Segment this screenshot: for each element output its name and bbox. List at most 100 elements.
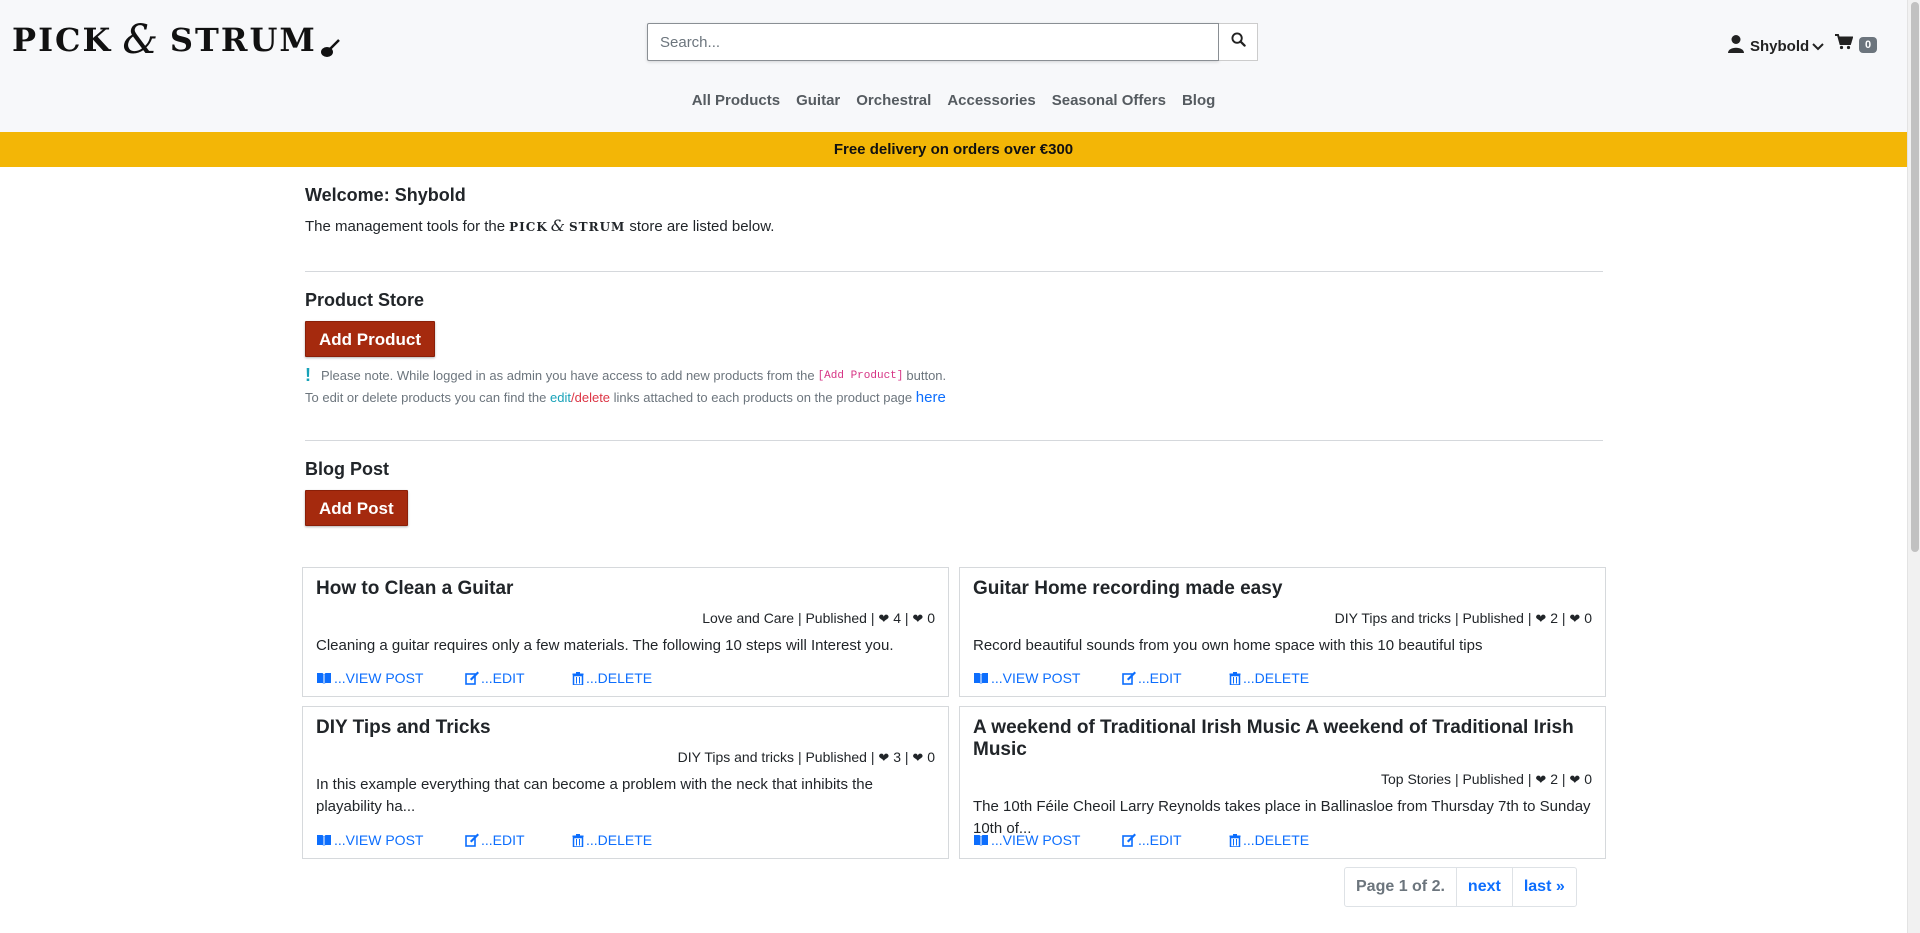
edit-post-link[interactable]: ...EDIT — [465, 670, 572, 686]
heart-icon: ❤ — [912, 611, 924, 626]
view-post-link[interactable]: ...VIEW POST — [973, 832, 1122, 848]
post-meta: Love and Care | Published | ❤ 4 | ❤ 0 — [702, 610, 935, 626]
trash-icon — [572, 833, 584, 847]
post-dislikes: 0 — [927, 749, 935, 765]
guitar-pick-icon — [319, 30, 340, 57]
user-name: Shybold — [1750, 37, 1810, 55]
page-indicator: Page 1 of 2. — [1345, 868, 1457, 906]
chevron-down-icon — [1812, 38, 1824, 55]
post-actions: ...VIEW POST ...EDIT ...DELETE — [316, 832, 652, 848]
post-dislikes: 0 — [927, 610, 935, 626]
book-open-icon — [974, 835, 988, 846]
post-category: DIY Tips and tricks — [1334, 610, 1452, 626]
delete-post-link[interactable]: ...DELETE — [1229, 832, 1309, 848]
post-title: DIY Tips and Tricks — [316, 717, 491, 738]
edit-post-link[interactable]: ...EDIT — [1122, 670, 1229, 686]
post-actions: ...VIEW POST ...EDIT ...DELETE — [316, 670, 652, 686]
post-status: Published — [1462, 771, 1524, 787]
delete-post-link[interactable]: ...DELETE — [1229, 670, 1309, 686]
nav-blog[interactable]: Blog — [1174, 92, 1223, 109]
welcome-heading: Welcome: Shybold — [305, 185, 466, 205]
post-likes: 2 — [1550, 610, 1558, 626]
nav-orchestral[interactable]: Orchestral — [848, 92, 939, 109]
trash-icon — [1229, 671, 1241, 685]
post-card: A weekend of Traditional Irish Music A w… — [959, 706, 1606, 859]
view-post-link[interactable]: ...VIEW POST — [316, 670, 465, 686]
banner-text: Free delivery on orders over €300 — [833, 141, 1074, 158]
cart-icon — [1835, 34, 1854, 55]
view-post-link[interactable]: ...VIEW POST — [316, 832, 465, 848]
nav-all-products[interactable]: All Products — [684, 92, 788, 109]
edit-post-link[interactable]: ...EDIT — [1122, 832, 1229, 848]
user-menu[interactable]: Shybold — [1727, 34, 1824, 58]
post-card: DIY Tips and Tricks DIY Tips and tricks … — [302, 706, 949, 859]
add-post-button[interactable]: Add Post — [305, 490, 408, 526]
view-post-link[interactable]: ...VIEW POST — [973, 670, 1122, 686]
post-excerpt: Cleaning a guitar requires only a few ma… — [316, 637, 894, 654]
nav-guitar[interactable]: Guitar — [788, 92, 848, 109]
site-logo[interactable]: PICK & STRUM — [12, 16, 340, 64]
heart-icon: ❤ — [912, 750, 924, 765]
add-product-button[interactable]: Add Product — [305, 321, 435, 357]
edit-post-link[interactable]: ...EDIT — [465, 832, 572, 848]
post-card: How to Clean a Guitar Love and Care | Pu… — [302, 567, 949, 697]
post-meta: DIY Tips and tricks | Published | ❤ 3 | … — [677, 749, 935, 765]
user-icon — [1727, 34, 1745, 58]
delete-post-link[interactable]: ...DELETE — [572, 670, 652, 686]
admin-note: ! Please note. While logged in as admin … — [305, 365, 947, 385]
intro-before: The management tools for the — [305, 218, 506, 235]
post-likes: 4 — [893, 610, 901, 626]
delete-post-link[interactable]: ...DELETE — [572, 832, 652, 848]
products-here-link[interactable]: here — [916, 389, 946, 406]
edit-word: edit — [550, 390, 571, 405]
heart-icon: ❤ — [1569, 772, 1581, 787]
edit-icon — [465, 671, 479, 685]
heart-icon: ❤ — [878, 611, 890, 626]
edit-note: To edit or delete products you can find … — [305, 389, 946, 406]
edit-icon — [1122, 671, 1136, 685]
post-meta: DIY Tips and tricks | Published | ❤ 2 | … — [1334, 610, 1592, 626]
last-page-link[interactable]: last » — [1513, 868, 1576, 906]
heart-icon: ❤ — [878, 750, 890, 765]
post-title: How to Clean a Guitar — [316, 578, 514, 599]
book-open-icon — [317, 835, 331, 846]
main-nav: All Products Guitar Orchestral Accessori… — [0, 92, 1907, 109]
post-excerpt: In this example everything that can beco… — [316, 776, 873, 815]
product-store-heading: Product Store — [305, 290, 425, 310]
inline-logo: PICK & STRUM — [509, 216, 626, 235]
pagination: Page 1 of 2. next last » — [1344, 867, 1577, 907]
nav-seasonal-offers[interactable]: Seasonal Offers — [1044, 92, 1174, 109]
logo-word-pick: PICK — [12, 21, 113, 59]
edit-icon — [1122, 833, 1136, 847]
post-actions: ...VIEW POST ...EDIT ...DELETE — [973, 832, 1309, 848]
search-input[interactable] — [647, 23, 1219, 61]
cart-button[interactable]: 0 — [1835, 34, 1878, 55]
post-likes: 3 — [893, 749, 901, 765]
post-category: Top Stories — [1381, 771, 1452, 787]
post-status: Published — [805, 749, 867, 765]
trash-icon — [1229, 833, 1241, 847]
post-category: Love and Care — [702, 610, 795, 626]
page-scrollbar[interactable] — [1907, 0, 1920, 933]
post-meta: Top Stories | Published | ❤ 2 | ❤ 0 — [1381, 771, 1592, 787]
search-bar — [647, 23, 1258, 61]
book-open-icon — [317, 673, 331, 684]
post-category: DIY Tips and tricks — [677, 749, 795, 765]
management-panel: Welcome: Shybold The management tools fo… — [305, 167, 1603, 526]
next-page-link[interactable]: next — [1457, 868, 1513, 906]
book-open-icon — [974, 673, 988, 684]
add-product-code: [Add Product] — [817, 369, 904, 382]
delete-word: delete — [574, 390, 611, 405]
post-likes: 2 — [1550, 771, 1558, 787]
logo-word-strum: STRUM — [169, 21, 317, 59]
search-button[interactable] — [1219, 23, 1258, 61]
nav-accessories[interactable]: Accessories — [939, 92, 1043, 109]
edit-icon — [465, 833, 479, 847]
blog-post-heading: Blog Post — [305, 459, 389, 479]
heart-icon: ❤ — [1569, 611, 1581, 626]
post-dislikes: 0 — [1584, 771, 1592, 787]
cart-count-badge: 0 — [1859, 36, 1878, 53]
scrollbar-thumb[interactable] — [1911, 2, 1919, 552]
delivery-banner: Free delivery on orders over €300 — [0, 132, 1907, 167]
exclamation-icon: ! — [305, 365, 311, 385]
